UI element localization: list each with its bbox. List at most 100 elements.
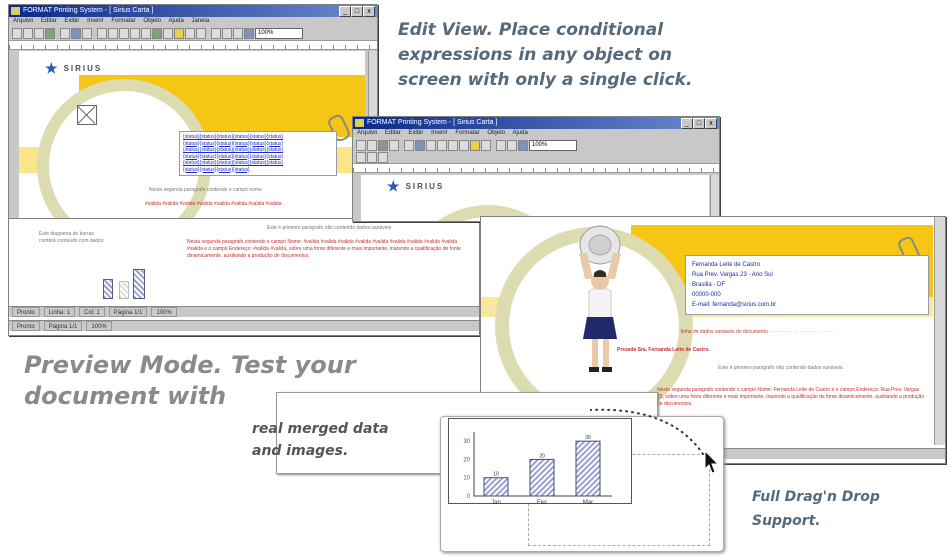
toolbar-button[interactable] [459, 139, 469, 151]
menu-item[interactable]: Editar [385, 130, 401, 136]
image-placeholder-icon[interactable] [77, 105, 97, 125]
toolbar-button[interactable] [367, 139, 377, 151]
zoom-select[interactable]: 100% [255, 27, 303, 39]
toolbar-button[interactable] [119, 27, 129, 39]
menu-item[interactable]: Formatar [111, 18, 135, 24]
toolbar-button[interactable] [378, 152, 388, 163]
edit-window-toolbar: 100% [9, 26, 377, 40]
toolbar-button[interactable] [389, 139, 399, 151]
toolbar-button[interactable] [367, 152, 377, 163]
horizontal-ruler [353, 163, 719, 173]
toolbar-button[interactable] [233, 27, 243, 39]
menu-item[interactable]: Arquivo [13, 18, 33, 24]
menu-item[interactable]: Ajuda [512, 130, 527, 136]
toolbar-button[interactable] [470, 139, 480, 151]
toolbar-separator [492, 141, 495, 150]
close-button[interactable]: x [705, 118, 717, 129]
menu-item[interactable]: Arquivo [357, 130, 377, 136]
menu-item[interactable]: Editar [41, 18, 57, 24]
bar-value-label: 20 [539, 453, 545, 459]
mini-bar [103, 279, 113, 299]
toolbar-button[interactable] [356, 139, 366, 151]
maximize-button[interactable]: □ [351, 6, 363, 17]
toolbar-button[interactable] [222, 27, 232, 39]
y-tick-label: 0 [467, 494, 471, 500]
preview-document-canvas[interactable]: Este diagrama de barras conterá conteúdo… [9, 219, 467, 307]
edit-window-menubar: Arquivo Editar Exibir Inserir Formatar O… [9, 17, 377, 26]
toolbar-button[interactable] [60, 27, 70, 39]
toolbar-button[interactable] [507, 139, 517, 151]
address-block: Fernanda Leite de Castro Rua Prev. Varga… [685, 255, 929, 315]
intro-paragraph: Este é primeiro parágrafo não contendo d… [266, 225, 392, 231]
toolbar-button[interactable] [108, 27, 118, 39]
menu-item[interactable]: Inserir [431, 130, 448, 136]
merge-fields-row[interactable]: #valida #valida #valida #valida #valida … [145, 201, 281, 207]
menu-item[interactable]: Ajuda [168, 18, 183, 24]
chart-bar[interactable] [529, 458, 555, 497]
maximize-button[interactable]: □ [693, 118, 705, 129]
toolbar-button[interactable] [174, 27, 184, 39]
second-edit-window: FORMAT Printing System - [ Sirius Carta … [352, 116, 720, 222]
toolbar-separator [207, 29, 210, 38]
second-window-menubar: Arquivo Editar Exibir Inserir Formatar O… [353, 129, 719, 138]
toolbar-button[interactable] [415, 139, 425, 151]
toolbar-button[interactable] [356, 152, 366, 163]
toolbar-button[interactable] [141, 27, 151, 39]
image-caption-text: Este diagrama de barras conterá conteúdo… [39, 231, 104, 244]
toolbar-button[interactable] [437, 139, 447, 151]
toolbar-button[interactable] [12, 27, 22, 39]
toolbar-separator [400, 141, 403, 150]
toolbar-button[interactable] [97, 27, 107, 39]
mini-bar [119, 281, 129, 299]
chart-bar[interactable] [483, 477, 509, 497]
menu-item[interactable]: Exibir [64, 18, 79, 24]
zoom-select[interactable]: 100% [529, 139, 577, 151]
edit-view-caption: Edit View. Place conditional expressions… [398, 20, 693, 90]
menu-item[interactable]: Exibir [408, 130, 423, 136]
menu-item[interactable]: Inserir [87, 18, 104, 24]
merged-body-paragraph: Nesta segunda paragrafo contendo o campo… [187, 239, 461, 259]
vertical-scrollbar[interactable] [934, 217, 945, 445]
menu-item[interactable]: Formatar [455, 130, 479, 136]
toolbar-button[interactable] [185, 27, 195, 39]
toolbar-button[interactable] [244, 27, 254, 39]
vertical-scrollbar[interactable] [710, 175, 719, 221]
menu-item[interactable]: Objeto [143, 18, 161, 24]
toolbar-button[interactable] [426, 139, 436, 151]
close-button[interactable]: x [363, 6, 375, 17]
toolbar-button[interactable] [496, 139, 506, 151]
x-tick-label: Jan [491, 500, 501, 506]
edit-window-titlebar[interactable]: FORMAT Printing System - [ Sirius Carta … [9, 5, 377, 17]
toolbar-button[interactable] [82, 27, 92, 39]
toolbar-separator [93, 29, 96, 38]
toolbar-button[interactable] [481, 139, 491, 151]
toolbar-button[interactable] [518, 139, 528, 151]
toolbar-button[interactable] [130, 27, 140, 39]
toolbar-button[interactable] [34, 27, 44, 39]
minimize-button[interactable]: _ [681, 118, 693, 129]
menu-item[interactable]: Janela [191, 18, 209, 24]
toolbar-button[interactable] [71, 27, 81, 39]
y-tick-label: 10 [463, 476, 470, 482]
child-photo [579, 225, 621, 372]
toolbar-button[interactable] [211, 27, 221, 39]
toolbar-button[interactable] [23, 27, 33, 39]
toolbar-button[interactable] [448, 139, 458, 151]
address-line: E-mail: fernanda@sirius.com.br [692, 302, 777, 308]
second-document-canvas[interactable]: ★ SIRIUS [361, 175, 709, 221]
toolbar-button[interactable] [404, 139, 414, 151]
conditional-fields-box[interactable]: {status}{status}{status}{status}{status}… [179, 131, 337, 176]
toolbar-button[interactable] [152, 27, 162, 39]
toolbar-button[interactable] [163, 27, 173, 39]
address-line: Brasilia - DF [692, 282, 726, 288]
menu-item[interactable]: Objeto [487, 130, 505, 136]
edit-document-canvas[interactable]: ★ SIRIUS {status}{status}{status}{status… [19, 51, 365, 231]
minimize-button[interactable]: _ [339, 6, 351, 17]
second-window-titlebar[interactable]: FORMAT Printing System - [ Sirius Carta … [353, 117, 719, 129]
toolbar-button[interactable] [45, 27, 55, 39]
horizontal-ruler [9, 40, 377, 50]
toolbar-separator [56, 29, 59, 38]
x-tick-label: Fev [537, 500, 547, 506]
toolbar-button[interactable] [378, 139, 388, 151]
toolbar-button[interactable] [196, 27, 206, 39]
